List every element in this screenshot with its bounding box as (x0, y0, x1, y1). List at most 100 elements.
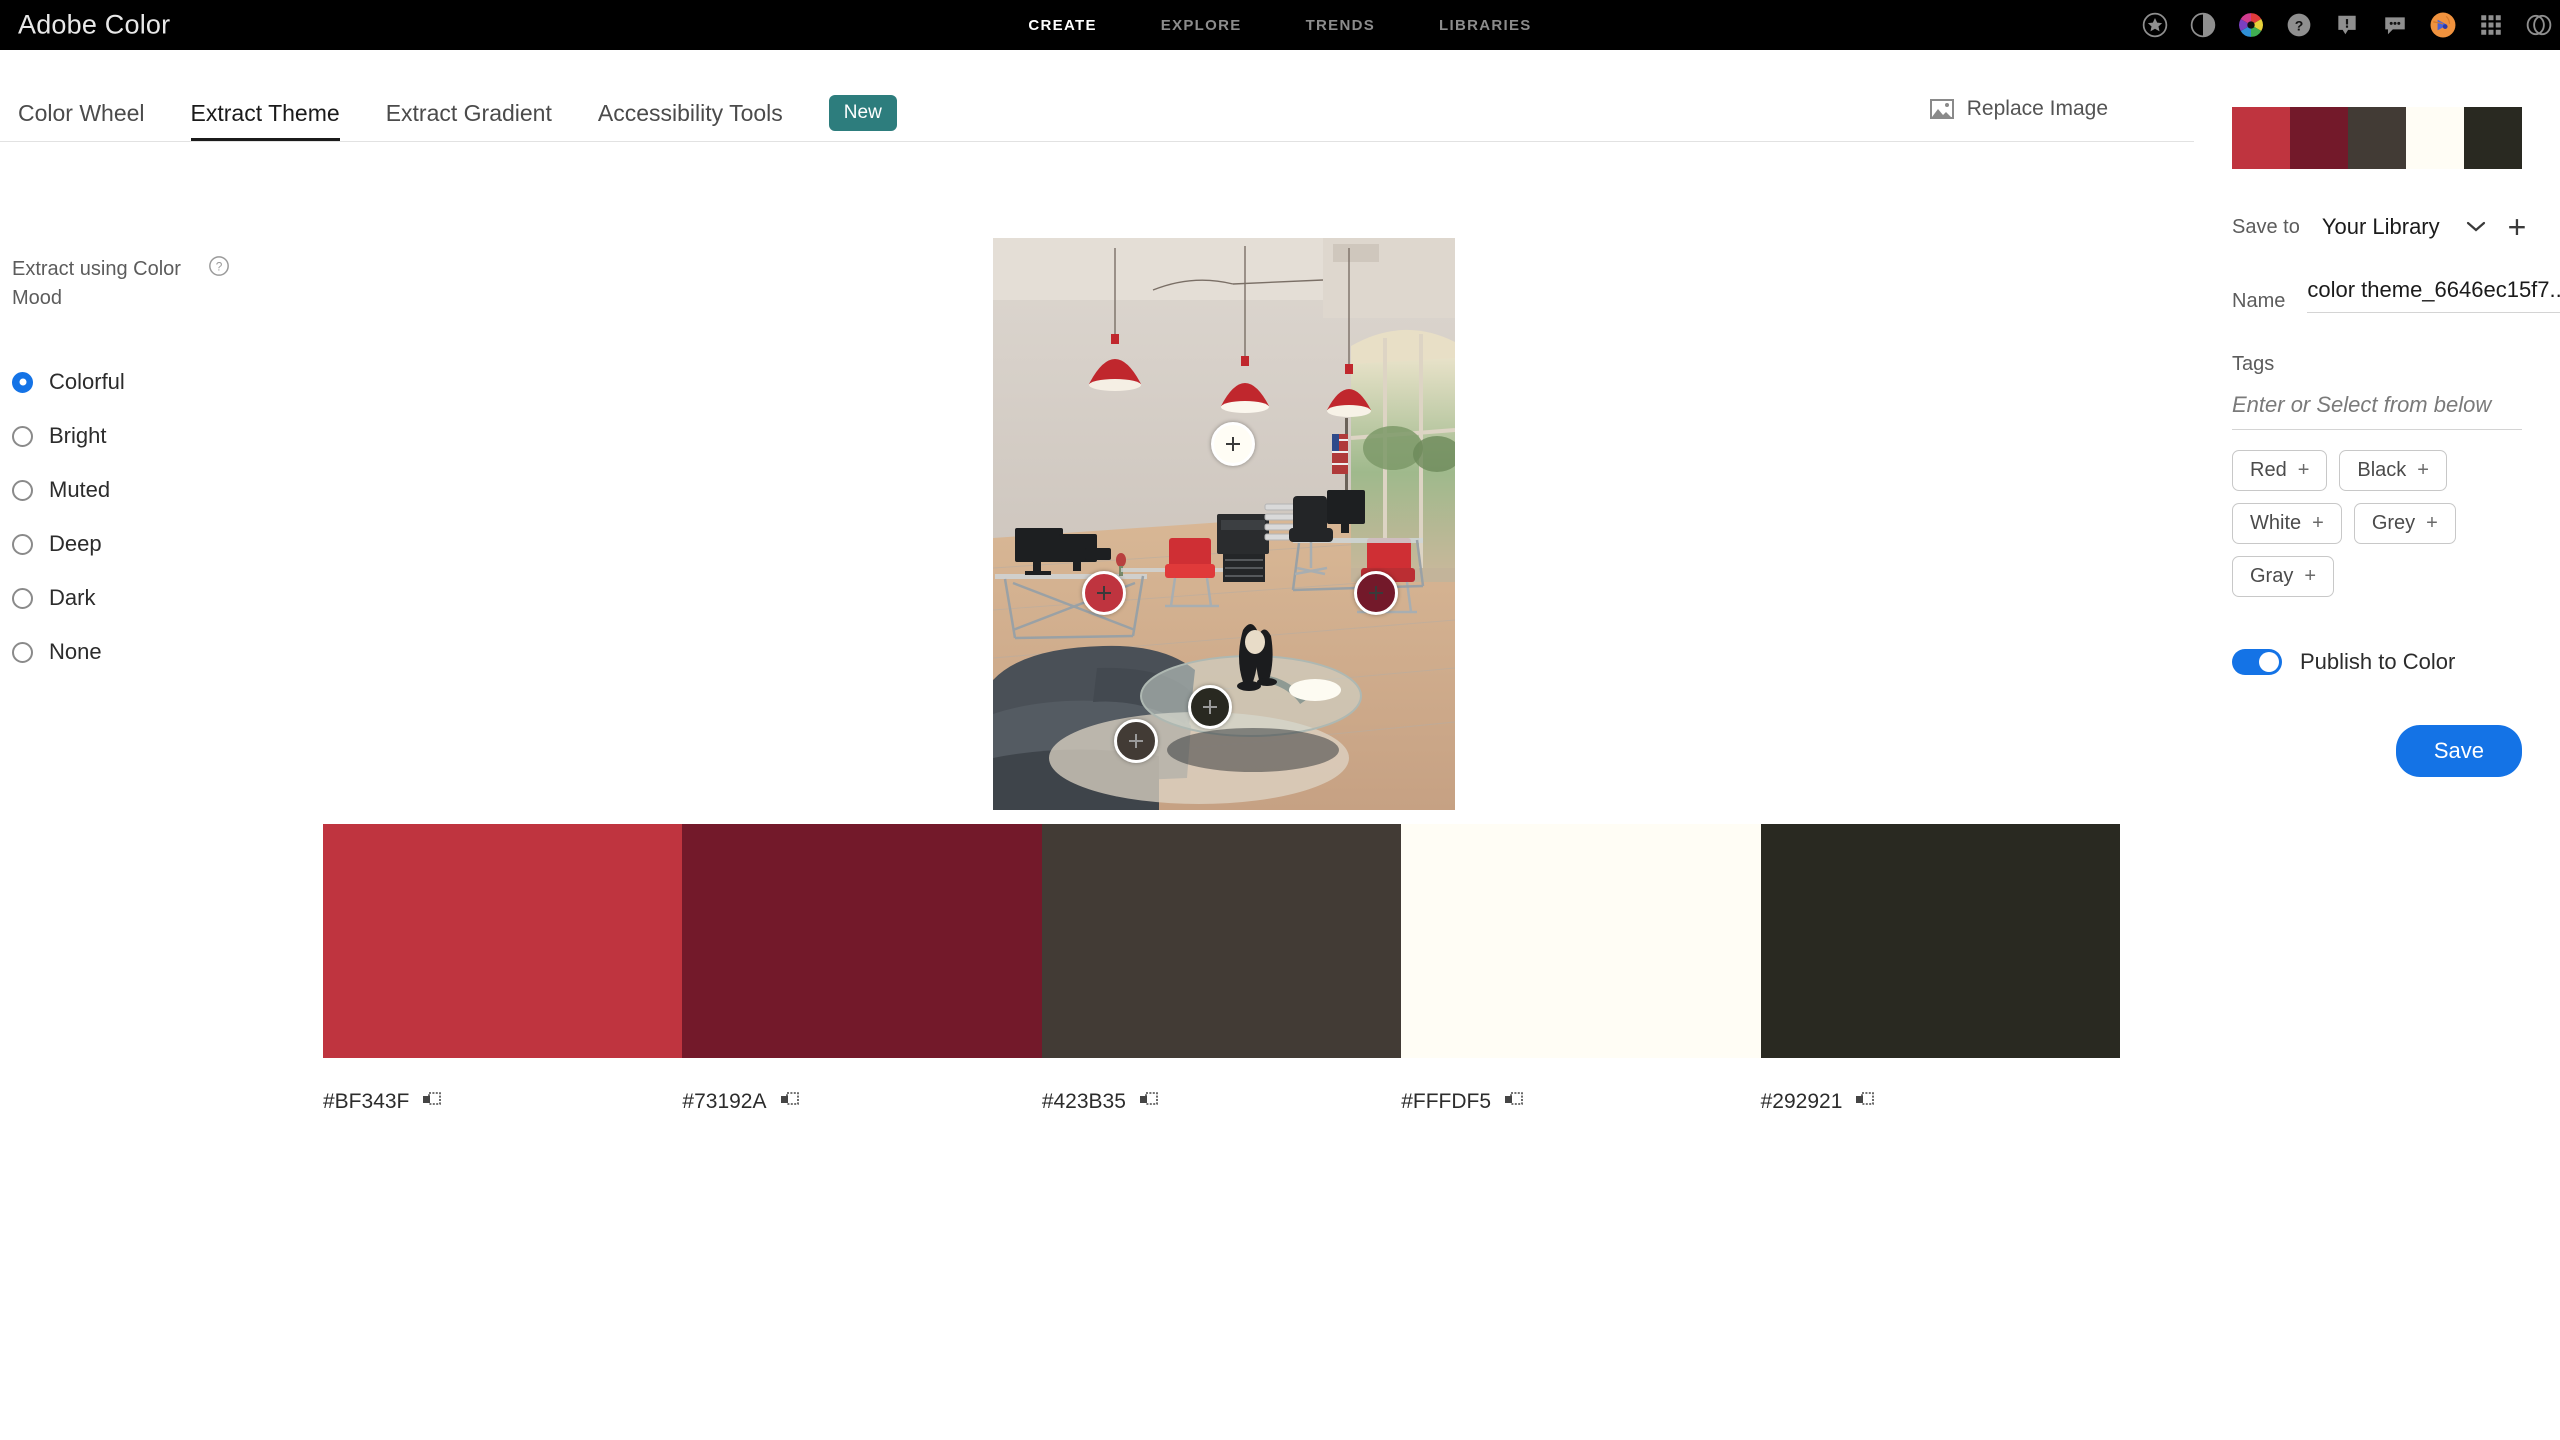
color-picker-marker-4[interactable] (1188, 685, 1233, 730)
tab-extract-theme[interactable]: Extract Theme (190, 100, 368, 141)
chat-icon[interactable] (2382, 12, 2408, 38)
tag-chip-grey[interactable]: Grey + (2353, 503, 2456, 544)
swatch-1[interactable] (323, 824, 683, 1058)
top-icon-bar: ? (2142, 0, 2552, 50)
radio-indicator (12, 587, 33, 609)
radio-option-dark[interactable]: Dark (12, 571, 312, 625)
notification-icon[interactable] (2334, 12, 2360, 38)
color-mood-radio-group: Colorful Bright Muted Deep Dark None (12, 355, 312, 679)
hex-cell: #292921 (1761, 1090, 2120, 1114)
tag-chip-red[interactable]: Red + (2232, 450, 2328, 491)
copy-icon[interactable] (1139, 1092, 1159, 1112)
add-library-button[interactable]: + (2508, 211, 2527, 243)
hex-label: #73192A (682, 1090, 767, 1113)
radio-label: Muted (49, 477, 111, 502)
theme-preview-strip (2232, 107, 2522, 169)
tab-extract-gradient[interactable]: Extract Gradient (386, 100, 580, 141)
save-to-row: Save to Your Library + (2232, 211, 2526, 243)
publish-toggle[interactable] (2232, 649, 2282, 675)
star-icon[interactable] (2142, 12, 2168, 38)
radio-indicator (12, 425, 33, 447)
help-icon[interactable]: ? (2286, 12, 2312, 38)
extract-options-panel: Extract using Color Mood ? Colorful Brig… (12, 255, 312, 679)
nav-item-trends[interactable]: TRENDS (1306, 17, 1375, 34)
save-button[interactable]: Save (2395, 725, 2522, 777)
tool-tabs: Color Wheel Extract Theme Extract Gradie… (18, 95, 897, 141)
plus-icon: + (2304, 565, 2317, 587)
tag-chip-label: Black (2357, 459, 2407, 481)
color-picker-marker-3[interactable] (1354, 570, 1399, 615)
radio-label: None (49, 639, 102, 664)
tab-color-wheel[interactable]: Color Wheel (18, 100, 173, 141)
hex-cell: #423B35 (1042, 1090, 1401, 1114)
copy-icon[interactable] (422, 1092, 442, 1112)
top-bar: Adobe Color CREATE EXPLORE TRENDS LIBRAR… (0, 0, 2560, 50)
hex-label: #423B35 (1041, 1090, 1126, 1113)
tag-chip-gray[interactable]: Gray + (2232, 556, 2335, 597)
radio-option-bright[interactable]: Bright (12, 409, 312, 463)
tab-accessibility-tools[interactable]: Accessibility Tools (598, 100, 811, 141)
preview-swatch-5 (2464, 107, 2522, 169)
toggle-knob (2259, 652, 2279, 672)
source-image[interactable] (993, 238, 1455, 810)
swatch-3[interactable] (1041, 824, 1402, 1058)
radio-option-colorful[interactable]: Colorful (12, 355, 312, 409)
nav-item-explore[interactable]: EXPLORE (1161, 17, 1242, 34)
publish-row: Publish to Color (2232, 649, 2522, 675)
radio-indicator (12, 533, 33, 555)
name-label: Name (2232, 290, 2286, 312)
radio-option-deep[interactable]: Deep (12, 517, 312, 571)
name-value: color theme_6646ec15f7... (2307, 277, 2560, 302)
new-badge: New (828, 95, 897, 131)
hex-cell: #BF343F (323, 1090, 682, 1114)
tags-label: Tags (2232, 353, 2275, 375)
radio-indicator (12, 641, 33, 663)
radio-indicator (12, 371, 33, 393)
name-row: Name color theme_6646ec15f7... (2232, 277, 2560, 313)
replace-image-button[interactable]: Replace Image (1929, 97, 2108, 121)
radio-option-muted[interactable]: Muted (12, 463, 312, 517)
plus-icon: + (2297, 459, 2310, 481)
tag-chip-black[interactable]: Black + (2339, 450, 2447, 491)
swatch-5[interactable] (1760, 824, 2121, 1058)
tag-chip-white[interactable]: White + (2232, 503, 2342, 544)
radio-label: Deep (49, 531, 102, 556)
swatch-4[interactable] (1401, 824, 1761, 1058)
preview-swatch-3 (2348, 107, 2406, 169)
copy-icon[interactable] (780, 1092, 800, 1112)
radio-label: Bright (49, 423, 107, 448)
library-name: Your Library (2321, 214, 2440, 239)
tag-suggestion-list: Red + Black + White + Grey + Gray + (2232, 450, 2522, 597)
preview-swatch-4 (2406, 107, 2464, 169)
radio-indicator (12, 479, 33, 501)
name-input[interactable]: color theme_6646ec15f7... (2307, 277, 2560, 313)
hex-cell: #73192A (682, 1090, 1041, 1114)
nav-item-libraries[interactable]: LIBRARIES (1439, 17, 1532, 34)
radio-option-none[interactable]: None (12, 625, 312, 679)
swatch-2[interactable] (682, 824, 1042, 1058)
hex-label: #FFFDF5 (1401, 1090, 1492, 1113)
color-wheel-icon[interactable] (2238, 12, 2264, 38)
copy-icon[interactable] (1504, 1092, 1524, 1112)
creative-cloud-icon[interactable] (2526, 12, 2552, 38)
tag-chip-label: Gray (2250, 565, 2294, 587)
help-circle-icon[interactable]: ? (208, 255, 230, 277)
copy-icon[interactable] (1855, 1092, 1875, 1112)
tags-input[interactable]: Enter or Select from below (2232, 392, 2522, 430)
save-to-label: Save to (2232, 215, 2300, 238)
contrast-icon[interactable] (2190, 12, 2216, 38)
app-grid-icon[interactable] (2478, 12, 2504, 38)
avatar[interactable] (2430, 12, 2456, 38)
color-picker-marker-5[interactable] (1114, 719, 1159, 764)
color-picker-marker-2[interactable] (1081, 570, 1126, 615)
tab-bar: Color Wheel Extract Theme Extract Gradie… (0, 50, 2560, 142)
tag-chip-label: White (2250, 512, 2302, 534)
tag-chip-label: Red (2250, 459, 2287, 481)
replace-image-label: Replace Image (1966, 97, 2108, 120)
radio-label: Dark (49, 585, 96, 610)
color-picker-marker-1[interactable] (1211, 421, 1256, 466)
nav-item-create[interactable]: CREATE (1028, 17, 1096, 34)
library-select[interactable]: Your Library (2322, 214, 2486, 240)
chevron-down-icon (2466, 221, 2485, 232)
tags-placeholder: Enter or Select from below (2232, 392, 2492, 417)
